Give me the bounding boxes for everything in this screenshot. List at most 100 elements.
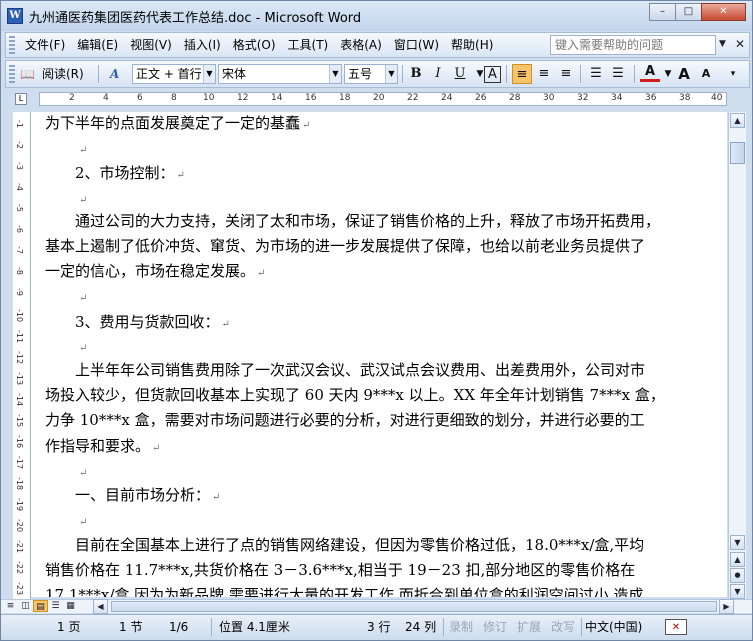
menu-insert[interactable]: 插入(I): [178, 33, 227, 57]
document-line[interactable]: 2、市场控制： ↵: [45, 161, 713, 188]
menu-file[interactable]: 文件(F): [19, 33, 71, 57]
vruler-number: -2: [15, 141, 24, 149]
paragraph-mark-icon: ↵: [79, 195, 88, 206]
line-text: 为下半年的点面发展奠定了一定的基蠢: [45, 114, 301, 132]
document-line[interactable]: 上半年年公司销售费用除了一次武汉会议、武汉试点会议费用、出差费用外，公司对市: [45, 358, 713, 383]
grow-font-button[interactable]: A: [674, 64, 694, 84]
document-line[interactable]: 基本上遏制了低价冲货、窜货、为市场的进一步发展提供了保障，也给以前老业务员提供了: [45, 234, 713, 259]
align-justify-icon[interactable]: ≡: [512, 64, 532, 84]
document-line[interactable]: ↵: [45, 284, 713, 311]
vruler-number: -9: [15, 288, 24, 296]
vertical-ruler[interactable]: -1 -2 -3 -4 -5 -6 -7 -8 -9 -10 -11 -12 -…: [13, 112, 31, 600]
menu-tools[interactable]: 工具(T): [282, 33, 335, 57]
toolbar-separator: [580, 65, 581, 83]
menu-table[interactable]: 表格(A): [334, 33, 388, 57]
document-line[interactable]: ↵: [45, 508, 713, 535]
reading-mode-icon[interactable]: 📖: [20, 61, 35, 87]
chevron-down-icon[interactable]: ▼: [203, 65, 215, 83]
reading-mode-button[interactable]: 阅读(R): [42, 61, 84, 87]
styles-pane-icon[interactable]: A: [110, 61, 119, 87]
scroll-left-icon[interactable]: ◀: [93, 599, 108, 614]
char-border-button[interactable]: A: [484, 66, 501, 83]
tab-selector-icon[interactable]: L: [15, 93, 27, 105]
view-buttons: ≡ ◫ ▤ ☰ ▦: [3, 600, 78, 613]
word-app-icon[interactable]: W: [7, 8, 23, 24]
document-line[interactable]: 一定的信心，市场在稳定发展。 ↵: [45, 259, 713, 286]
scroll-up-icon[interactable]: ▲: [730, 113, 745, 128]
status-column: 24 列: [405, 620, 437, 634]
document-line[interactable]: 场投入较少，但货款回收基本上实现了 60 天内 9***x 以上。XX 年全年计…: [45, 383, 713, 408]
horizontal-scrollbar[interactable]: ≡ ◫ ▤ ☰ ▦ ◀ ▶: [1, 599, 752, 614]
outline-view-icon[interactable]: ☰: [48, 600, 63, 612]
document-line[interactable]: 通过公司的大力支持，关闭了太和市场，保证了销售价格的上升，释放了市场开拓费用，: [45, 209, 713, 234]
toolbar-options-icon[interactable]: ▾: [726, 64, 740, 84]
vruler-number: -5: [15, 204, 24, 212]
document-line[interactable]: 一、目前市场分析： ↵: [45, 483, 713, 510]
vruler-number: -18: [15, 477, 24, 491]
toolbar-grip[interactable]: [9, 65, 15, 83]
document-line[interactable]: 3、费用与货款回收： ↵: [45, 310, 713, 337]
close-button[interactable]: ✕: [701, 3, 746, 21]
horizontal-ruler[interactable]: L 2 4 6 8 10 12 14 16 18 20 22 24 26 28 …: [1, 90, 752, 110]
print-view-icon[interactable]: ▤: [33, 600, 48, 612]
next-page-icon[interactable]: ▼: [730, 584, 745, 599]
horizontal-scroll-thumb[interactable]: [111, 601, 717, 612]
style-select[interactable]: 正文 + 首行 ▼: [132, 64, 216, 84]
vruler-number: -6: [15, 225, 24, 233]
status-track-changes[interactable]: 修订: [483, 619, 507, 635]
scroll-down-icon[interactable]: ▼: [730, 535, 745, 550]
reading-view-icon[interactable]: ▦: [63, 600, 78, 612]
vertical-scrollbar[interactable]: ▲ ▼ ▲ ● ▼: [728, 112, 746, 600]
web-view-icon[interactable]: ◫: [18, 600, 33, 612]
ruler-number: 2: [69, 93, 75, 103]
bulleted-list-icon[interactable]: ☰: [608, 64, 628, 84]
normal-view-icon[interactable]: ≡: [3, 600, 18, 612]
window-controls: – □ ✕: [649, 3, 746, 21]
menu-format[interactable]: 格式(O): [227, 33, 282, 57]
document-line[interactable]: 作指导和要求。 ↵: [45, 434, 713, 461]
spelling-check-icon[interactable]: ✕: [665, 619, 687, 635]
document-line[interactable]: ↵: [45, 136, 713, 163]
document-line[interactable]: 17.1***x/盒,因为为新品牌,需要进行大量的开发工作,而折合到单位盒的利润…: [45, 583, 713, 597]
bold-button[interactable]: B: [406, 64, 426, 84]
status-record[interactable]: 录制: [449, 619, 473, 635]
menu-window[interactable]: 窗口(W): [388, 33, 445, 57]
ruler-number: 30: [543, 93, 555, 103]
status-language[interactable]: 中文(中国): [585, 619, 642, 635]
help-dropdown-icon[interactable]: ▼: [719, 39, 726, 49]
align-right-icon[interactable]: ≡: [556, 64, 576, 84]
previous-page-icon[interactable]: ▲: [730, 552, 745, 567]
font-select[interactable]: 宋体 ▼: [218, 64, 342, 84]
minimize-button[interactable]: –: [649, 3, 676, 21]
vertical-scroll-thumb[interactable]: [730, 142, 745, 164]
menu-help[interactable]: 帮助(H): [445, 33, 499, 57]
document-area[interactable]: 为下半年的点面发展奠定了一定的基蠢 ↵ ↵ 2、市场控制： ↵ ↵ 通过公司的大力支…: [31, 112, 727, 597]
maximize-button[interactable]: □: [675, 3, 702, 21]
font-color-button[interactable]: A: [640, 64, 660, 82]
chevron-down-icon[interactable]: ▼: [385, 65, 397, 83]
document-close-icon[interactable]: ✕: [735, 37, 745, 51]
italic-button[interactable]: I: [428, 64, 448, 84]
document-line[interactable]: 销售价格在 11.7***x,共货价格在 3－3.6***x,相当于 19－23…: [45, 558, 713, 583]
chevron-down-icon[interactable]: ▼: [329, 65, 341, 83]
align-center-icon[interactable]: ≡: [534, 64, 554, 84]
shrink-font-button[interactable]: A: [696, 64, 716, 84]
ruler-number: 28: [509, 93, 521, 103]
menu-edit[interactable]: 编辑(E): [71, 33, 124, 57]
font-size-select[interactable]: 五号 ▼: [344, 64, 398, 84]
menubar-grip[interactable]: [9, 36, 15, 54]
help-search-input[interactable]: 键入需要帮助的问题: [550, 35, 716, 55]
document-line[interactable]: 为下半年的点面发展奠定了一定的基蠢 ↵: [45, 112, 713, 138]
scroll-right-icon[interactable]: ▶: [719, 599, 734, 614]
line-text: 3、费用与货款回收：: [45, 313, 220, 331]
menu-view[interactable]: 视图(V): [124, 33, 178, 57]
select-browse-object-icon[interactable]: ●: [730, 568, 745, 583]
underline-button[interactable]: U: [450, 64, 470, 84]
document-line[interactable]: 目前在全国基本上进行了点的销售网络建设，但因为零售价格过低，18.0***x/盒…: [45, 533, 713, 558]
document-line[interactable]: ↵: [45, 459, 713, 486]
numbered-list-icon[interactable]: ☰: [586, 64, 606, 84]
status-overtype[interactable]: 改写: [551, 619, 575, 635]
status-extend[interactable]: 扩展: [517, 619, 541, 635]
document-line[interactable]: ↵: [45, 334, 713, 361]
document-line[interactable]: 力争 10***x 盒，需要对市场问题进行必要的分析，对进行更细致的划分，并进行…: [45, 408, 713, 433]
